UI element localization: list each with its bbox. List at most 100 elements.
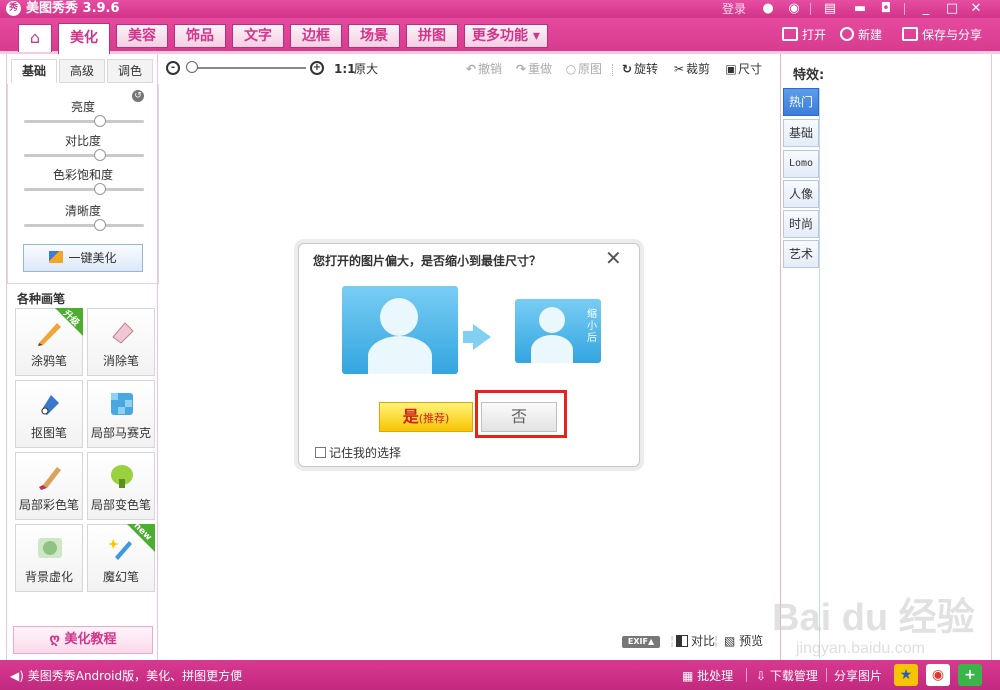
- login-link[interactable]: 登录: [722, 0, 746, 18]
- tab-frame[interactable]: 边框: [290, 24, 342, 48]
- actual-size-ratio[interactable]: 1:1: [334, 61, 356, 77]
- weibo-icon[interactable]: ◉: [786, 1, 802, 17]
- effects-tab-fashion[interactable]: 时尚: [783, 210, 819, 238]
- resize-button[interactable]: ▣尺寸: [724, 61, 762, 77]
- contrast-slider[interactable]: [24, 149, 144, 161]
- yes-label: 是: [402, 407, 419, 426]
- zoom-slider[interactable]: [186, 61, 306, 73]
- folder-icon: [782, 27, 798, 41]
- mosaic-icon: [111, 393, 133, 415]
- close-icon[interactable]: ✕: [968, 1, 984, 17]
- minimize-icon[interactable]: _: [918, 1, 934, 17]
- subtab-advanced[interactable]: 高级: [59, 59, 105, 83]
- tab-beautify[interactable]: 美化: [58, 23, 110, 54]
- beautify-tutorial-button[interactable]: ღ 美化教程: [13, 626, 153, 654]
- undo-button[interactable]: ↶ 撤销: [464, 61, 502, 77]
- slider-knob[interactable]: [94, 183, 106, 195]
- background-blur-label: 背景虚化: [24, 570, 73, 584]
- rotate-icon: ↻: [621, 62, 633, 76]
- zoom-out-icon[interactable]: -: [166, 61, 180, 75]
- eraser-pen-button[interactable]: 消除笔: [87, 308, 155, 376]
- yes-button[interactable]: 是(推荐): [379, 402, 473, 432]
- compare-label: 对比: [691, 634, 716, 648]
- local-color-pen-button[interactable]: 局部彩色笔: [15, 452, 83, 520]
- effects-thumbnail-area[interactable]: [819, 88, 991, 658]
- scissors-icon: ✂: [673, 62, 685, 76]
- tab-beauty[interactable]: 美容: [116, 24, 168, 48]
- checkbox-box[interactable]: [315, 447, 326, 458]
- original-size-button[interactable]: 原大: [354, 61, 378, 77]
- brightness-label: 亮度: [70, 100, 95, 114]
- rotate-button[interactable]: ↻ 旋转: [620, 61, 658, 77]
- status-separator: [746, 668, 747, 682]
- title-separator: [904, 3, 905, 15]
- status-bar: ◀) 美图秀秀Android版，美化、拼图更方便 ▦ 批处理 ⇩ 下载管理 分享…: [0, 660, 1000, 690]
- slider-knob[interactable]: [94, 149, 106, 161]
- remember-choice-checkbox[interactable]: 记住我的选择: [315, 444, 401, 461]
- qq-icon[interactable]: ●: [760, 1, 776, 17]
- compare-button[interactable]: 对比: [676, 633, 715, 649]
- close-icon[interactable]: ✕: [605, 248, 622, 268]
- weibo-share-icon[interactable]: ◉: [926, 664, 950, 686]
- zoom-in-icon[interactable]: +: [310, 61, 324, 75]
- new-button[interactable]: 新建: [840, 26, 882, 44]
- feedback-icon[interactable]: ▬: [852, 1, 868, 17]
- contrast-label: 对比度: [64, 134, 101, 148]
- save-share-button[interactable]: 保存与分享: [902, 26, 982, 44]
- exif-button[interactable]: EXIF▲: [622, 636, 660, 648]
- effects-tab-lomo[interactable]: Lomo: [783, 150, 819, 178]
- subtab-basic[interactable]: 基础: [11, 59, 57, 83]
- tab-collage[interactable]: 拼图: [406, 24, 458, 48]
- skin-icon[interactable]: ▤: [822, 1, 838, 17]
- subtab-color[interactable]: 调色: [107, 59, 153, 83]
- original-image-button[interactable]: ○ 原图: [564, 61, 602, 77]
- one-click-beautify-button[interactable]: 一键美化: [23, 244, 143, 272]
- tab-accessories[interactable]: 饰品: [174, 24, 226, 48]
- doodle-pen-button[interactable]: 升级 涂鸦笔: [15, 308, 83, 376]
- paintbrush-icon: [39, 467, 61, 490]
- preview-button[interactable]: ▧ 预览: [724, 633, 763, 649]
- sharpness-slider[interactable]: [24, 219, 144, 231]
- local-recolor-pen-button[interactable]: 局部变色笔: [87, 452, 155, 520]
- effects-tab-popular[interactable]: 热门: [783, 88, 819, 116]
- person-body: [531, 335, 573, 363]
- redo-button[interactable]: ↷ 重做: [514, 61, 552, 77]
- undo-icon: ↶: [465, 62, 477, 76]
- bottom-separator: ¦: [714, 634, 719, 648]
- magic-pen-button[interactable]: new 魔幻笔: [87, 521, 155, 592]
- zoom-knob[interactable]: [186, 61, 198, 73]
- download-icon: ⇩: [756, 669, 770, 683]
- tab-more-features[interactable]: 更多功能 ▾: [464, 24, 548, 48]
- cutout-pen-button[interactable]: 抠图笔: [15, 380, 83, 448]
- tab-text[interactable]: 文字: [232, 24, 284, 48]
- app-title: 美图秀秀 3.9.6: [26, 1, 120, 16]
- more-share-icon[interactable]: +: [958, 664, 982, 686]
- effects-tab-portrait[interactable]: 人像: [783, 180, 819, 208]
- app-logo-icon: 秀: [6, 1, 21, 16]
- effects-tab-basic[interactable]: 基础: [783, 119, 819, 147]
- resize-prompt-dialog: 您打开的图片偏大，是否缩小到最佳尺寸？ ✕ 缩小后 是(推荐) 否 记住我的选择: [298, 243, 640, 467]
- maximize-icon[interactable]: □: [944, 1, 960, 17]
- slider-knob[interactable]: [94, 219, 106, 231]
- local-mosaic-button[interactable]: 局部马赛克: [87, 380, 155, 448]
- resize-icon: ▣: [725, 62, 737, 76]
- home-icon[interactable]: ⌂: [18, 24, 52, 52]
- batch-process-button[interactable]: ▦ 批处理: [682, 667, 733, 684]
- person-head: [539, 307, 565, 333]
- saturation-slider[interactable]: [24, 183, 144, 195]
- crop-button[interactable]: ✂ 裁剪: [672, 61, 710, 77]
- slider-knob[interactable]: [94, 115, 106, 127]
- restore-icon[interactable]: ◘: [878, 1, 894, 17]
- background-blur-button[interactable]: 背景虚化: [15, 524, 83, 592]
- title-separator: [810, 3, 811, 15]
- brightness-slider[interactable]: [24, 115, 144, 127]
- bottom-separator: ¦: [670, 634, 675, 648]
- tab-scene[interactable]: 场景: [348, 24, 400, 48]
- download-manager-button[interactable]: ⇩ 下载管理: [756, 667, 818, 684]
- effects-tab-art[interactable]: 艺术: [783, 240, 819, 268]
- status-message[interactable]: ◀) 美图秀秀Android版，美化、拼图更方便: [10, 667, 242, 684]
- qzone-share-icon[interactable]: ★: [894, 664, 918, 686]
- magic-pen-label: 魔幻笔: [102, 570, 139, 584]
- main-nav: ⌂ 美化 美容 饰品 文字 边框 场景 拼图 更多功能 ▾ 打开 新建 保存与分…: [0, 18, 1000, 54]
- open-button[interactable]: 打开: [782, 26, 826, 44]
